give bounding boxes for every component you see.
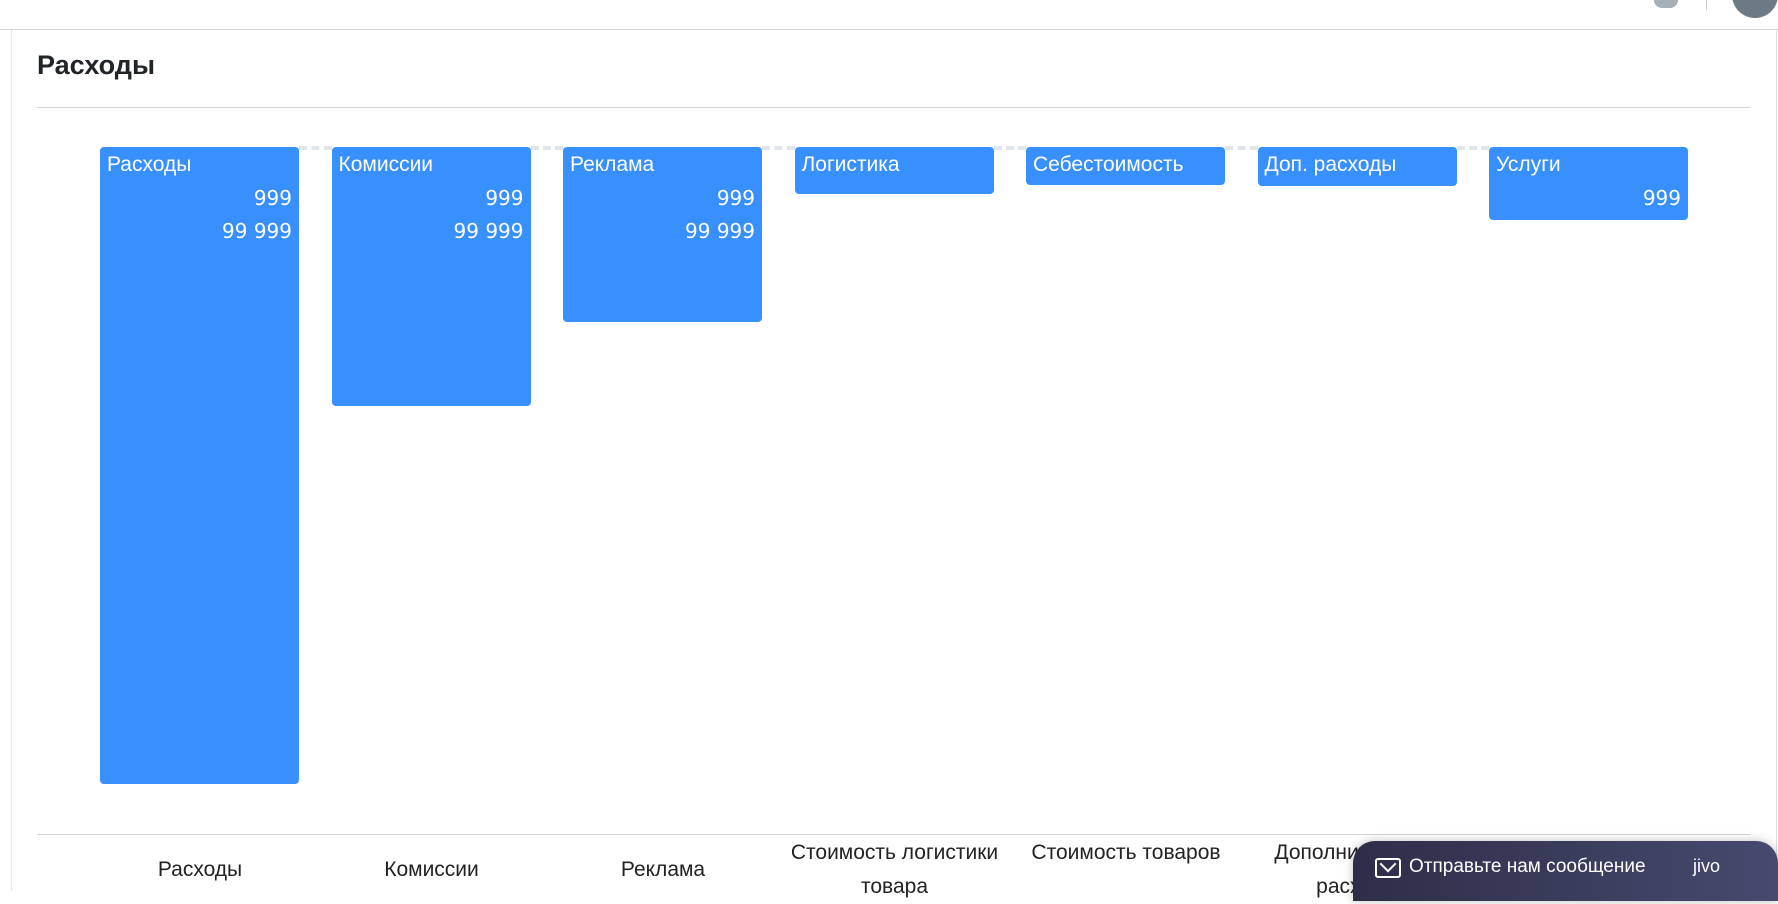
connector-line xyxy=(299,146,332,150)
bar-2[interactable]: Реклама 999 99 999 xyxy=(563,147,762,323)
bar-3[interactable]: Логистика xyxy=(794,147,994,195)
bar-0[interactable]: Расходы 999 99 999 xyxy=(100,147,299,784)
bar-count: 999 xyxy=(1642,186,1681,210)
connector-line xyxy=(1456,146,1489,150)
bar-sum: 99 999 xyxy=(685,219,755,243)
chat-brand: jivo xyxy=(1693,856,1721,876)
bar-name: Реклама xyxy=(570,153,655,176)
connector-line xyxy=(993,146,1026,150)
bar-sum: 99 999 xyxy=(222,219,292,243)
x-tick-label: Комиссии xyxy=(384,858,479,881)
mail-icon xyxy=(1375,858,1401,878)
bar-4[interactable]: Себестоимость xyxy=(1026,147,1225,186)
chat-widget[interactable]: Отправьте нам сообщение jivo xyxy=(1353,841,1778,901)
bar-name: Комиссии xyxy=(338,153,434,176)
bar-name: Услуги xyxy=(1496,153,1561,176)
bar-name: Себестоимость xyxy=(1033,153,1184,176)
x-tick-label: Реклама xyxy=(620,858,706,881)
expenses-chart: Расходы 999 99 999 Расходы Комиссии 999 99 999… xyxy=(0,0,1778,898)
connector-line xyxy=(762,146,795,150)
bar-name: Расходы xyxy=(107,153,192,176)
bar-name: Доп. расходы xyxy=(1264,153,1397,176)
chat-label: Отправьте нам сообщение xyxy=(1409,856,1646,877)
axis-divider xyxy=(37,834,1750,835)
bar-sum: 99 999 xyxy=(453,219,524,243)
bar-name: Логистика xyxy=(801,153,900,176)
connector-line xyxy=(530,146,563,150)
bar-count: 999 xyxy=(485,186,524,210)
x-tick-label: Стоимость товаров xyxy=(1031,841,1221,864)
bar-count: 999 xyxy=(716,186,755,210)
x-tick-label: Расходы xyxy=(157,858,243,881)
bar-count: 999 xyxy=(253,186,292,210)
connector-line xyxy=(1225,146,1258,150)
bar-1[interactable]: Комиссии 999 99 999 xyxy=(331,147,531,407)
bar-6[interactable]: Услуги 999 xyxy=(1489,147,1688,221)
bar-5[interactable]: Доп. расходы xyxy=(1257,147,1457,186)
x-tick-label: Стоимость логистики товара xyxy=(790,841,999,898)
